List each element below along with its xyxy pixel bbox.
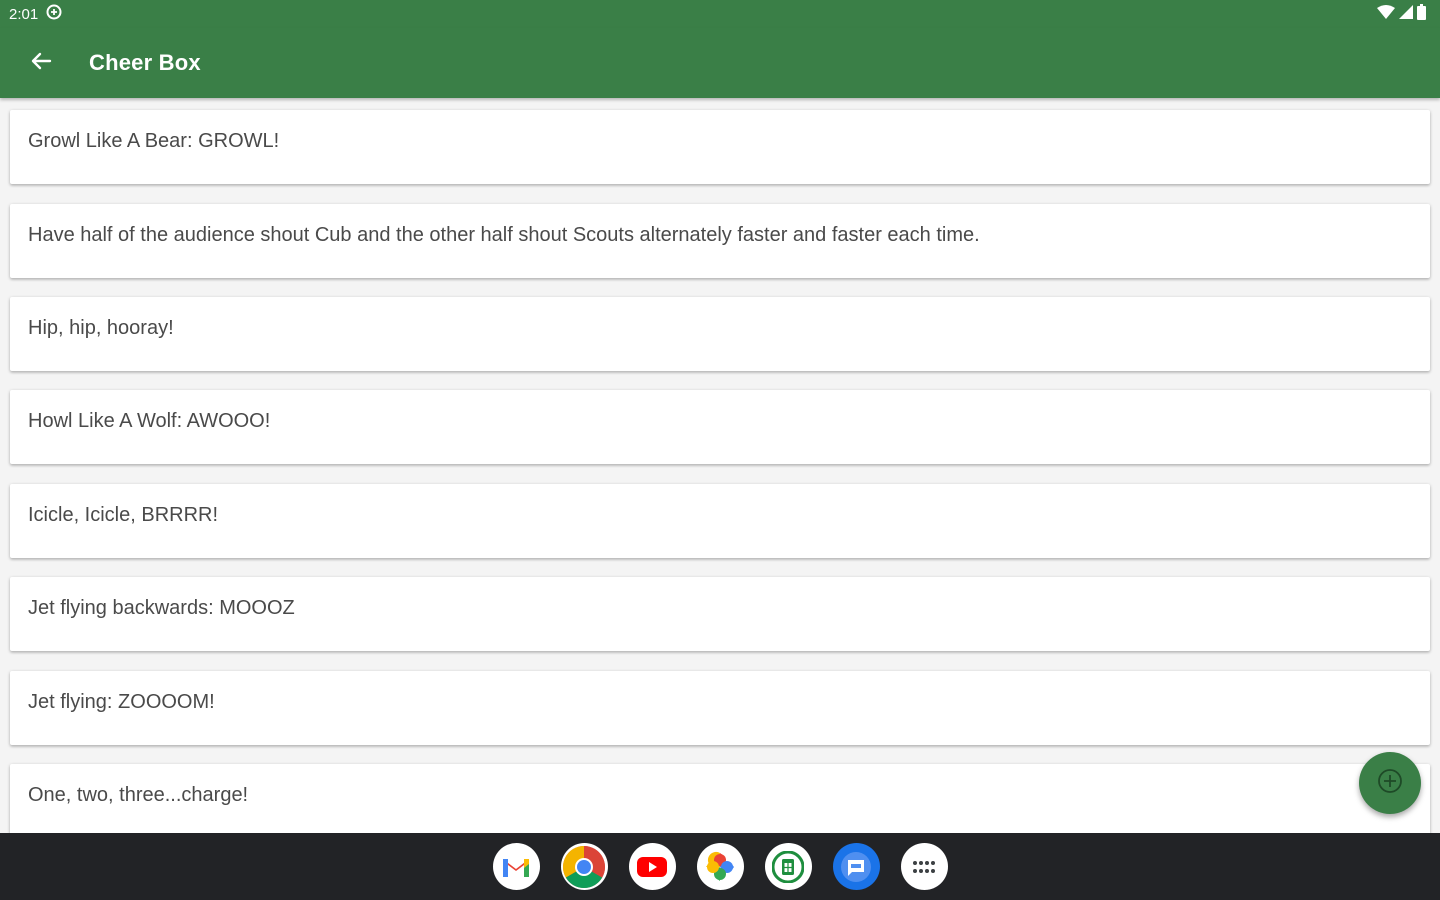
status-left: 2:01: [9, 4, 62, 24]
app-drawer-icon[interactable]: [900, 843, 948, 890]
sheets-icon[interactable]: [764, 843, 812, 890]
add-circle-icon: [1376, 767, 1404, 800]
cheer-text: Have half of the audience shout Cub and …: [28, 224, 980, 246]
signal-icon: [1399, 4, 1413, 24]
cheer-text: Jet flying backwards: MOOOZ: [28, 597, 295, 619]
list-item[interactable]: Howl Like A Wolf: AWOOO!: [10, 390, 1430, 464]
status-time: 2:01: [9, 5, 39, 23]
list-item[interactable]: Growl Like A Bear: GROWL!: [10, 110, 1430, 184]
list-item[interactable]: Jet flying: ZOOOOM!: [10, 671, 1430, 745]
add-cheer-button[interactable]: [1359, 752, 1421, 814]
cheer-text: Hip, hip, hooray!: [28, 317, 174, 339]
battery-icon: [1417, 3, 1426, 25]
app-bar: Cheer Box: [0, 28, 1440, 98]
gmail-icon[interactable]: [492, 843, 540, 890]
list-item[interactable]: Hip, hip, hooray!: [10, 297, 1430, 371]
list-item[interactable]: Have half of the audience shout Cub and …: [10, 204, 1430, 278]
cheer-text: Jet flying: ZOOOOM!: [28, 691, 215, 713]
messages-icon[interactable]: [832, 843, 880, 890]
list-item[interactable]: Jet flying backwards: MOOOZ: [10, 577, 1430, 651]
youtube-icon[interactable]: [628, 843, 676, 890]
chrome-icon[interactable]: [560, 843, 608, 890]
cheer-text: One, two, three...charge!: [28, 784, 249, 806]
status-right: [1377, 3, 1426, 25]
list-item[interactable]: One, two, three...charge!: [10, 764, 1430, 833]
cheer-text: Growl Like A Bear: GROWL!: [28, 130, 280, 152]
arrow-back-icon: [30, 50, 52, 77]
wifi-icon: [1377, 4, 1395, 24]
status-bar: 2:01: [0, 0, 1440, 28]
photos-icon[interactable]: [696, 843, 744, 890]
cheer-list[interactable]: Growl Like A Bear: GROWL! Have half of t…: [0, 98, 1440, 833]
back-button[interactable]: [13, 35, 69, 91]
cheer-text: Howl Like A Wolf: AWOOO!: [28, 410, 271, 432]
list-item[interactable]: Icicle, Icicle, BRRRR!: [10, 484, 1430, 558]
taskbar: [0, 833, 1440, 900]
page-title: Cheer Box: [89, 50, 201, 75]
data-saver-icon: [46, 4, 62, 24]
cheer-text: Icicle, Icicle, BRRRR!: [28, 504, 219, 526]
